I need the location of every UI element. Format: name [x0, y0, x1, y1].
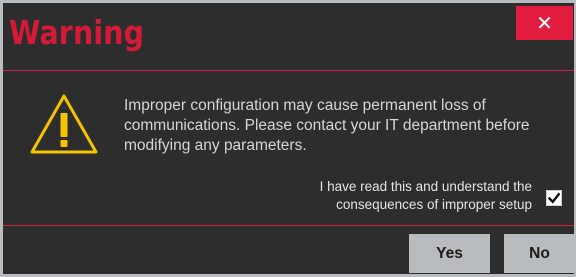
- warning-triangle-icon: [30, 94, 98, 154]
- warning-dialog: Warning ✕ Improper configuration may cau…: [0, 0, 576, 277]
- footer-divider: [3, 225, 574, 226]
- warning-message: Improper configuration may cause permane…: [124, 97, 530, 154]
- no-button[interactable]: No: [504, 234, 575, 273]
- checkmark-icon: [548, 192, 560, 204]
- dialog-titlebar: Warning ✕: [3, 3, 574, 69]
- close-button[interactable]: ✕: [516, 6, 573, 40]
- confirm-label: I have read this and understand the cons…: [319, 179, 532, 212]
- confirm-checkbox[interactable]: [546, 190, 562, 206]
- dialog-title: Warning: [9, 13, 145, 52]
- yes-button[interactable]: Yes: [409, 234, 490, 273]
- close-icon: ✕: [536, 11, 553, 35]
- title-divider: [3, 70, 574, 71]
